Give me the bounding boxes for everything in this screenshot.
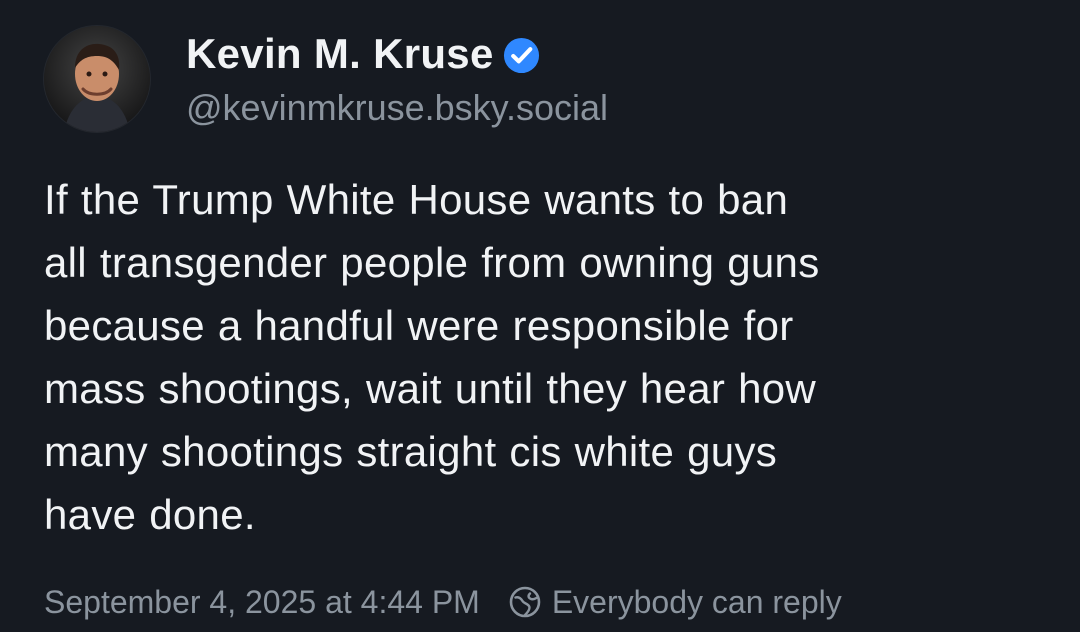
post-timestamp[interactable]: September 4, 2025 at 4:44 PM — [44, 580, 480, 624]
author-row: Kevin M. Kruse — [186, 30, 541, 78]
post-text-line-5: many shootings straight cis white guys — [44, 428, 778, 475]
post-text-line-6: have done. — [44, 491, 256, 538]
reply-setting-label: Everybody can reply — [551, 584, 842, 620]
author-display-name[interactable]: Kevin M. Kruse — [186, 30, 494, 78]
author-handle[interactable]: @kevinmkruse.bsky.social — [186, 86, 608, 130]
post-text-line-4: mass shootings, wait until they hear how — [44, 365, 817, 412]
avatar[interactable] — [44, 26, 150, 132]
post-footer: September 4, 2025 at 4:44 PM Everybody c… — [44, 580, 842, 624]
verified-check-icon[interactable] — [502, 36, 541, 75]
reply-setting[interactable]: Everybody can reply — [508, 580, 842, 624]
post-text-line-1: If the Trump White House wants to ban — [44, 176, 789, 223]
post-text-line-3: because a handful were responsible for — [44, 302, 794, 349]
post-text-line-2: all transgender people from owning guns — [44, 239, 820, 286]
post-body: If the Trump White House wants to ban al… — [44, 168, 1044, 546]
globe-icon — [508, 585, 542, 619]
post-card: Kevin M. Kruse @kevinmkruse.bsky.social … — [0, 0, 1080, 632]
